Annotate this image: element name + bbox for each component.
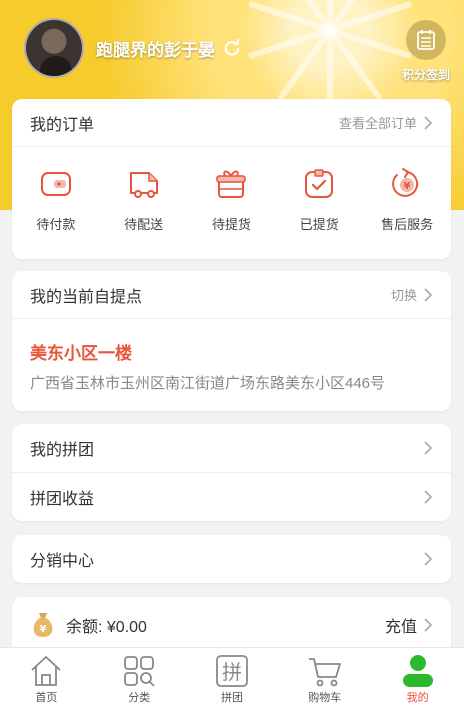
- view-all-orders-link[interactable]: 查看全部订单: [339, 113, 433, 132]
- orders-card: 我的订单 查看全部订单 待付款 待配送 待提货 已提货 ¥ 售后服务: [12, 99, 451, 259]
- username: 跑腿界的彭于晏: [96, 40, 215, 60]
- tab-label: 我的: [406, 692, 429, 704]
- svg-text:¥: ¥: [404, 181, 411, 192]
- profile-header: 跑腿界的彭于晏: [24, 18, 241, 78]
- pickup-card: 我的当前自提点 切换 美东小区一楼 广西省玉林市玉州区南江街道广场东路美东小区4…: [12, 271, 451, 411]
- order-label: 待配送: [124, 217, 164, 232]
- order-status-list: 待付款 待配送 待提货 已提货 ¥ 售后服务: [12, 147, 451, 233]
- tab-label: 购物车: [308, 692, 342, 704]
- view-all-orders-label: 查看全部订单: [338, 116, 417, 131]
- pickup-address: 广西省玉林市玉州区南江街道广场东路美东小区446号: [30, 375, 386, 392]
- balance-amount: 余额: ¥0.00: [66, 619, 147, 636]
- money-bag-icon: ¥: [33, 613, 53, 637]
- refresh-icon[interactable]: [223, 39, 241, 57]
- checkin-label: 积分签到: [401, 68, 450, 82]
- order-pending-pickup[interactable]: 待提货: [191, 167, 271, 233]
- order-pending-payment[interactable]: 待付款: [16, 167, 96, 233]
- svg-text:¥: ¥: [40, 624, 47, 635]
- order-label: 待付款: [36, 217, 76, 232]
- pickup-name: 美东小区一楼: [30, 344, 132, 363]
- orders-header: 我的订单 查看全部订单: [12, 99, 451, 147]
- after-sales-icon: ¥: [392, 168, 419, 197]
- distribution-row[interactable]: 分销中心: [12, 535, 451, 583]
- group-income-label: 拼团收益: [30, 490, 95, 508]
- gift-box-icon: [216, 170, 247, 198]
- group-income-row[interactable]: 拼团收益: [12, 472, 451, 520]
- order-label: 待提货: [211, 217, 251, 232]
- tab-category[interactable]: 分类: [93, 648, 186, 708]
- category-icon: [124, 656, 155, 687]
- bottom-tab-bar: 首页 分类 拼 拼团 购物车 我的: [0, 647, 464, 708]
- recharge-label: 充值: [384, 619, 417, 636]
- my-group-label: 我的拼团: [30, 442, 95, 459]
- tab-label: 首页: [35, 692, 58, 704]
- switch-pickup-link[interactable]: 切换: [391, 285, 433, 304]
- calendar-icon: [417, 30, 435, 50]
- home-icon: [31, 656, 62, 686]
- chevron-right-icon: [424, 618, 433, 632]
- group-buy-icon: 拼: [216, 655, 248, 687]
- checkin-button[interactable]: 积分签到: [398, 20, 454, 83]
- profile-icon: [402, 655, 433, 687]
- chevron-right-icon: [424, 489, 433, 504]
- balance-info: ¥ 余额: ¥0.00: [30, 611, 147, 639]
- tab-label: 分类: [128, 692, 151, 704]
- tab-profile[interactable]: 我的: [371, 648, 464, 708]
- order-after-sales[interactable]: ¥ 售后服务: [367, 167, 447, 233]
- received-package-icon: [305, 169, 334, 198]
- distribution-label: 分销中心: [30, 553, 95, 570]
- chevron-right-icon: [424, 115, 433, 130]
- chevron-right-icon: [424, 287, 433, 302]
- switch-label: 切换: [390, 288, 417, 303]
- orders-title: 我的订单: [30, 116, 95, 134]
- group-card: 我的拼团 拼团收益: [12, 424, 451, 521]
- order-label: 售后服务: [381, 217, 434, 232]
- svg-text:拼: 拼: [222, 660, 242, 684]
- recharge-button[interactable]: 充值: [385, 613, 433, 637]
- delivery-truck-icon: [129, 172, 158, 198]
- pickup-header: 我的当前自提点 切换: [12, 271, 451, 319]
- checkin-circle: [406, 20, 446, 60]
- tab-cart[interactable]: 购物车: [278, 648, 371, 708]
- my-group-row[interactable]: 我的拼团: [12, 424, 451, 472]
- order-picked-up[interactable]: 已提货: [279, 167, 359, 233]
- order-label: 已提货: [299, 217, 339, 232]
- distribution-card: 分销中心: [12, 535, 451, 583]
- pickup-title: 我的当前自提点: [30, 288, 143, 306]
- tab-home[interactable]: 首页: [0, 648, 93, 708]
- wallet-icon: [40, 172, 71, 196]
- order-pending-delivery[interactable]: 待配送: [104, 167, 184, 233]
- avatar[interactable]: [24, 18, 84, 78]
- tab-label: 拼团: [220, 692, 243, 704]
- chevron-right-icon: [424, 552, 433, 566]
- tab-group-buy[interactable]: 拼 拼团: [186, 648, 279, 708]
- chevron-right-icon: [424, 441, 433, 455]
- cart-icon: [308, 658, 341, 687]
